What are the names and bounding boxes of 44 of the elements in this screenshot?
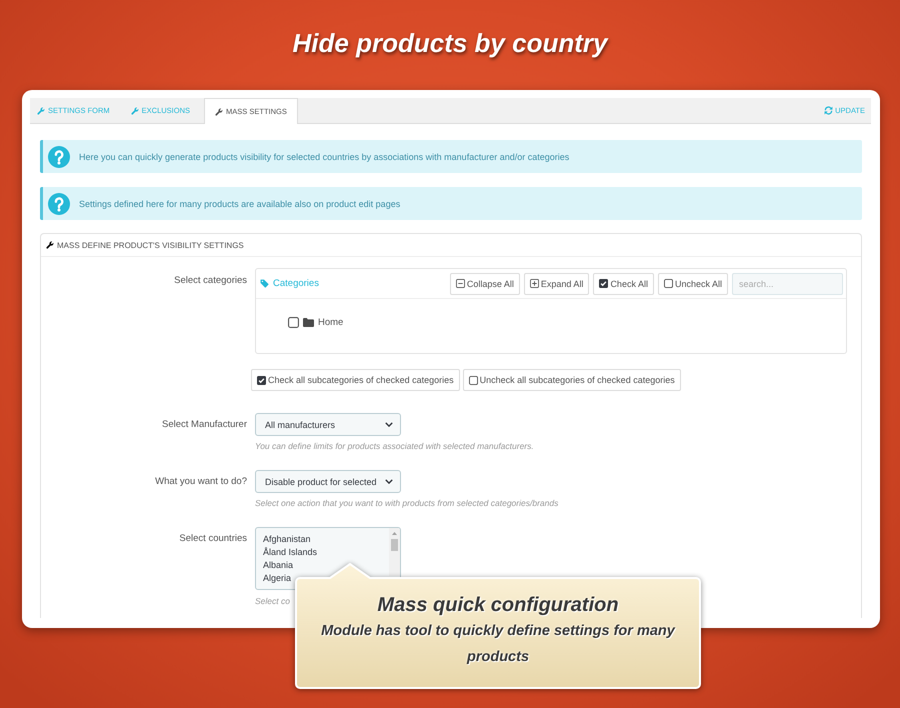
dropdown-select[interactable]: All manufacturers bbox=[255, 413, 401, 436]
refresh-icon bbox=[824, 106, 834, 115]
tag-icon bbox=[260, 279, 269, 288]
chevron-down-icon bbox=[385, 422, 393, 427]
scrollbar[interactable] bbox=[389, 528, 400, 576]
tree-item-label[interactable]: Home bbox=[318, 317, 344, 328]
tree-button[interactable]: Expand All bbox=[524, 272, 590, 294]
country-option[interactable]: Åland Islands bbox=[263, 546, 318, 559]
wrench-icon bbox=[37, 106, 45, 114]
question-circle-icon bbox=[48, 192, 70, 214]
alert-text: Settings defined here for many products are available also on product edit pages bbox=[79, 198, 400, 208]
tree-button[interactable]: Check All bbox=[593, 272, 654, 294]
minus-square-icon bbox=[456, 279, 465, 288]
plus-square-icon bbox=[530, 279, 539, 288]
help-text: You can define limits for products associated with selected manufacturers. bbox=[255, 440, 534, 452]
callout-text: Module has tool to quickly define settings for many products bbox=[320, 622, 676, 667]
country-option[interactable]: Albania bbox=[263, 559, 294, 572]
country-option[interactable]: Afghanistan bbox=[263, 533, 311, 546]
callout-title: Mass quick configuration bbox=[377, 593, 619, 617]
checked-checkbox-icon bbox=[599, 279, 608, 288]
question-circle-icon bbox=[48, 146, 70, 168]
subcategory-button[interactable]: Uncheck all subcategories of checked categories bbox=[462, 369, 681, 391]
search-field[interactable]: search... bbox=[732, 272, 843, 294]
page-heading: Hide products by country bbox=[292, 28, 608, 58]
subcategory-button[interactable]: Check all subcategories of checked categories bbox=[251, 369, 460, 391]
wrench-icon bbox=[46, 241, 54, 249]
wrench-icon bbox=[215, 108, 224, 116]
field-label: What you want to do? bbox=[154, 475, 247, 488]
wrench-icon bbox=[130, 106, 139, 114]
panel-title: MASS DEFINE PRODUCT'S VISIBILITY SETTINGS bbox=[57, 240, 244, 250]
chevron-down-icon bbox=[385, 479, 393, 484]
field-label: Select Manufacturer bbox=[160, 418, 247, 431]
empty-checkbox-icon bbox=[664, 279, 673, 288]
checkbox[interactable] bbox=[288, 317, 299, 328]
help-text: Select one action that you want to with products from selected categories/brands bbox=[255, 497, 558, 509]
folder-icon bbox=[303, 318, 314, 327]
tree-button[interactable]: Uncheck All bbox=[658, 272, 728, 294]
country-option[interactable]: Algeria bbox=[263, 572, 292, 585]
field-label: Select countries bbox=[178, 532, 247, 545]
dropdown-select[interactable]: Disable product for selected bbox=[255, 470, 401, 493]
tree-button[interactable]: Collapse All bbox=[450, 272, 520, 294]
field-label: Select categories bbox=[173, 274, 247, 287]
alert-text: Here you can quickly generate products visibility for selected countries by associations with manufacturer and/or categories bbox=[79, 152, 570, 162]
help-text: Select co bbox=[255, 595, 290, 607]
